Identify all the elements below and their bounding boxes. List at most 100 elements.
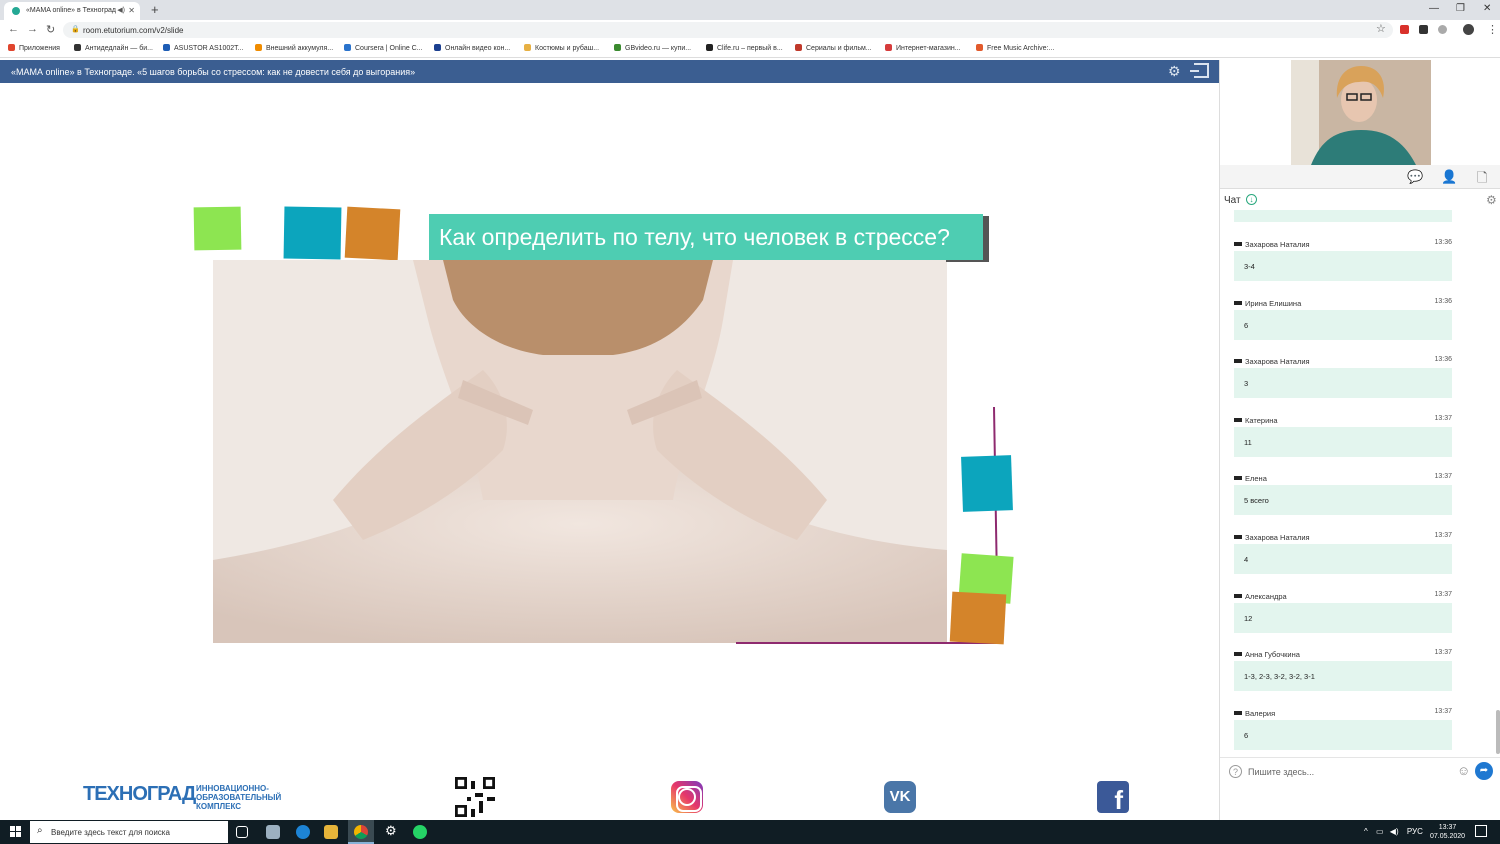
instagram-icon[interactable] xyxy=(671,781,703,813)
bookmark-star-icon[interactable]: ☆ xyxy=(1376,22,1386,35)
bookmark-item[interactable]: Free Music Archive:... xyxy=(976,44,1054,52)
participants-tab-icon[interactable]: 👤 xyxy=(1441,169,1457,185)
qr-code[interactable] xyxy=(455,777,495,817)
task-view-icon[interactable] xyxy=(236,826,248,838)
exit-icon[interactable] xyxy=(1190,63,1209,78)
message-time: 13:36 xyxy=(1434,239,1452,246)
message-author: Захарова Наталия xyxy=(1234,357,1310,366)
bookmark-label: Сериалы и фильм... xyxy=(806,45,872,52)
chat-input[interactable] xyxy=(1248,764,1448,780)
decor-square-teal xyxy=(961,455,1013,512)
message-author: Александра xyxy=(1234,592,1287,601)
file-explorer-app-icon[interactable] xyxy=(266,825,280,839)
settings-gear-icon[interactable]: ⚙ xyxy=(1168,63,1181,80)
bookmark-favicon-icon xyxy=(614,44,621,51)
author-name: Елена xyxy=(1245,474,1267,484)
student-cap-icon xyxy=(1234,417,1242,422)
message-author: Захарова Наталия xyxy=(1234,240,1310,249)
edge-icon[interactable] xyxy=(296,825,310,839)
bookmark-item[interactable]: Внешний аккумуля... xyxy=(255,44,333,52)
taskbar-clock[interactable]: 13:37 07.05.2020 xyxy=(1430,823,1465,841)
notifications-icon[interactable] xyxy=(1475,825,1487,837)
chrome-taskbar-button[interactable] xyxy=(348,820,374,844)
bookmark-label: Костюмы и рубаш... xyxy=(535,45,600,52)
bookmark-label: ASUSTOR AS1002T... xyxy=(174,45,244,52)
facebook-icon[interactable]: f xyxy=(1097,781,1129,813)
folder-icon[interactable] xyxy=(324,825,338,839)
bookmark-label: Онлайн видео кон... xyxy=(445,45,511,52)
reload-icon[interactable]: ↻ xyxy=(46,23,55,36)
bookmark-item[interactable]: Антидедлайн — би... xyxy=(74,44,153,52)
minimize-button[interactable]: — xyxy=(1429,3,1439,14)
bookmark-item[interactable]: Сериалы и фильм... xyxy=(795,44,872,52)
download-chat-icon[interactable]: ↓ xyxy=(1246,194,1257,205)
windows-taskbar: ⌕ Введите здесь текст для поиска ⚙ ^ ▭ ◀… xyxy=(0,820,1500,844)
bookmark-label: Приложения xyxy=(19,45,60,52)
message-time: 13:37 xyxy=(1434,649,1452,657)
bookmark-item[interactable]: Clife.ru – первый в... xyxy=(706,44,783,52)
settings-gear-icon[interactable]: ⚙ xyxy=(385,823,397,839)
language-indicator[interactable]: РУС xyxy=(1407,827,1423,836)
chat-title: Чат xyxy=(1224,195,1241,206)
emoji-icon[interactable]: ☺ xyxy=(1457,763,1470,778)
chat-settings-gear-icon[interactable]: ⚙ xyxy=(1486,193,1497,207)
app-header: «МАМА online» в Технограде. «5 шагов бор… xyxy=(0,60,1219,83)
help-icon[interactable]: ? xyxy=(1229,765,1242,778)
network-icon[interactable]: ▭ xyxy=(1376,827,1384,836)
message-time: 13:37 xyxy=(1434,414,1452,422)
message-bubble: 1-3, 2-3, 3-2, 3-2, 3-1 xyxy=(1234,661,1452,692)
chat-tab-icon[interactable]: 💬 xyxy=(1407,169,1423,185)
message-time: 13:36 xyxy=(1434,356,1452,364)
message-bubble: 11 xyxy=(1234,426,1452,457)
restore-button[interactable]: ❐ xyxy=(1456,3,1465,14)
speaker-icon[interactable]: ◀) xyxy=(117,6,125,14)
bookmark-item[interactable]: Интернет-магазин... xyxy=(885,44,961,52)
bookmark-item[interactable]: Приложения xyxy=(8,44,60,52)
menu-icon[interactable]: ⋮ xyxy=(1487,23,1498,36)
tab-title: «MAMA online» в Техноград xyxy=(26,7,116,14)
files-tab-icon[interactable]: 🗋 xyxy=(1477,169,1487,191)
extension-icon[interactable] xyxy=(1400,25,1409,34)
chevron-up-icon[interactable]: ^ xyxy=(1364,827,1368,836)
message-time: 13:37 xyxy=(1434,532,1452,539)
profile-avatar[interactable] xyxy=(1463,24,1474,35)
message-time: 13:37 xyxy=(1434,590,1452,598)
decor-square-green xyxy=(193,206,242,251)
bookmark-favicon-icon xyxy=(524,44,531,51)
bookmark-item[interactable]: GBvideo.ru — купи... xyxy=(614,44,691,52)
browser-tab[interactable]: «MAMA online» в Техноград ◀) ✕ xyxy=(4,2,140,20)
message-bubble: 4 xyxy=(1234,544,1452,574)
new-tab-button[interactable]: + xyxy=(151,2,159,17)
chrome-icon xyxy=(354,825,368,839)
message-bubble: 6 xyxy=(1234,719,1452,750)
chat-messages[interactable]: Захарова Наталия 13:36 3-4 Ирина Елишина 13:… xyxy=(1220,210,1500,755)
extension-icon[interactable] xyxy=(1438,25,1447,34)
taskbar-search-placeholder: Введите здесь текст для поиска xyxy=(51,828,170,837)
taskbar-search[interactable]: ⌕ Введите здесь текст для поиска xyxy=(30,821,228,843)
extension-icon[interactable] xyxy=(1419,25,1428,34)
close-window-button[interactable]: ✕ xyxy=(1483,3,1491,14)
webcam-video xyxy=(1291,60,1431,165)
message-bubble: 12 xyxy=(1234,602,1452,633)
url-field[interactable]: 🔒 room.etutorium.com/v2/slide xyxy=(63,22,1393,38)
bookmark-item[interactable]: ASUSTOR AS1002T... xyxy=(163,44,244,52)
bookmark-favicon-icon xyxy=(706,44,713,51)
whatsapp-icon[interactable] xyxy=(413,825,427,839)
student-cap-icon xyxy=(1234,476,1242,481)
back-icon[interactable]: ← xyxy=(8,23,19,35)
windows-start-icon[interactable] xyxy=(10,826,22,838)
chat-scrollbar[interactable] xyxy=(1496,710,1500,754)
bookmark-item[interactable]: Онлайн видео кон... xyxy=(434,44,510,52)
forward-icon[interactable]: → xyxy=(27,23,38,35)
volume-icon[interactable]: ◀) xyxy=(1390,827,1399,836)
message-bubble: 3-4 xyxy=(1234,251,1452,281)
send-button[interactable]: ➦ xyxy=(1475,762,1493,780)
bookmark-item[interactable]: Coursera | Online C... xyxy=(344,44,423,52)
address-bar-row: ← → ↻ 🔒 room.etutorium.com/v2/slide ☆ xyxy=(0,20,1500,40)
site-favicon-icon xyxy=(12,7,20,15)
close-tab-icon[interactable]: ✕ xyxy=(128,6,135,15)
system-tray[interactable]: ^ ▭ ◀) РУС xyxy=(1364,827,1423,836)
author-name: Захарова Наталия xyxy=(1245,240,1310,249)
bookmark-item[interactable]: Костюмы и рубаш... xyxy=(524,44,599,52)
vk-icon[interactable]: VK xyxy=(884,781,916,813)
